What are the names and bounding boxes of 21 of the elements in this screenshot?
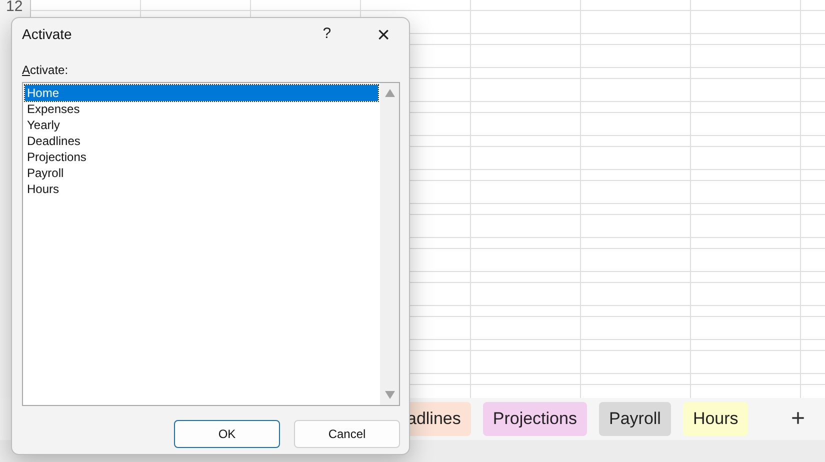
scroll-up-icon[interactable]: [384, 89, 394, 97]
list-item[interactable]: Projections: [25, 149, 378, 165]
dialog-title: Activate: [22, 25, 73, 44]
add-sheet-button[interactable]: +: [784, 406, 811, 432]
list-item[interactable]: Payroll: [25, 165, 378, 181]
sheet-tab[interactable]: Hours: [682, 402, 748, 436]
row-number: 12: [6, 0, 23, 15]
list-item[interactable]: Hours: [25, 181, 378, 197]
list-item[interactable]: Expenses: [25, 101, 378, 117]
scrollbar[interactable]: [380, 83, 399, 405]
dialog-button[interactable]: OK: [174, 420, 280, 448]
sheet-tab[interactable]: Projections: [482, 402, 587, 436]
list-label: Activate:: [22, 62, 70, 79]
dialog-button[interactable]: Cancel: [294, 420, 400, 448]
list-item[interactable]: Home: [25, 85, 378, 101]
help-button[interactable]: ?: [312, 23, 342, 46]
sheet-tab[interactable]: Payroll: [598, 402, 671, 436]
list-item[interactable]: Deadlines: [25, 133, 378, 149]
close-button[interactable]: ×: [367, 18, 400, 51]
sheet-listbox[interactable]: Home Expenses Yearly Deadlines Projections Payroll Hours: [22, 82, 400, 406]
list-item[interactable]: Yearly: [25, 117, 378, 133]
